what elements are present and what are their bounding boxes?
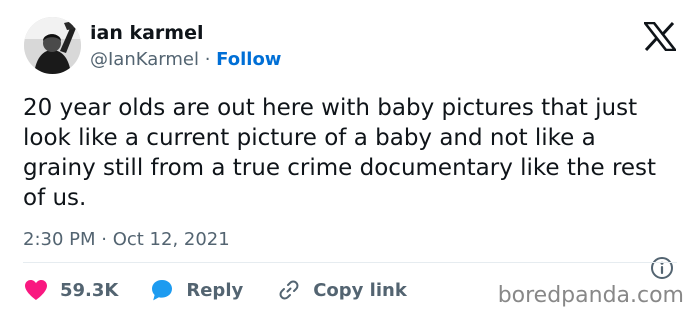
- watermark: boredpanda.com: [497, 283, 684, 308]
- author-handle-row: @IanKarmel · Follow: [90, 48, 281, 72]
- reply-label: Reply: [186, 279, 244, 301]
- info-icon[interactable]: [650, 256, 674, 280]
- follow-link[interactable]: Follow: [216, 49, 281, 70]
- divider: [23, 262, 677, 263]
- avatar-photo: [24, 17, 81, 74]
- copy-link-button[interactable]: Copy link: [277, 278, 407, 302]
- like-count: 59.3K: [60, 279, 119, 301]
- reply-button[interactable]: Reply: [150, 278, 243, 302]
- author-display-name[interactable]: ian karmel: [90, 20, 204, 46]
- author-handle[interactable]: @IanKarmel: [90, 49, 199, 70]
- x-logo-icon[interactable]: [642, 21, 678, 52]
- tweet-text: 20 year olds are out here with baby pict…: [23, 95, 657, 211]
- tweet-timestamp[interactable]: 2:30 PM · Oct 12, 2021: [23, 228, 230, 252]
- copy-link-label: Copy link: [313, 279, 407, 301]
- like-button[interactable]: 59.3K: [24, 279, 118, 301]
- heart-icon: [24, 279, 48, 301]
- handle-separator: ·: [204, 49, 211, 70]
- link-icon: [277, 278, 301, 302]
- avatar[interactable]: [24, 17, 81, 74]
- tweet-actions: 59.3K Reply Copy link: [24, 276, 407, 304]
- speech-bubble-icon: [150, 278, 174, 302]
